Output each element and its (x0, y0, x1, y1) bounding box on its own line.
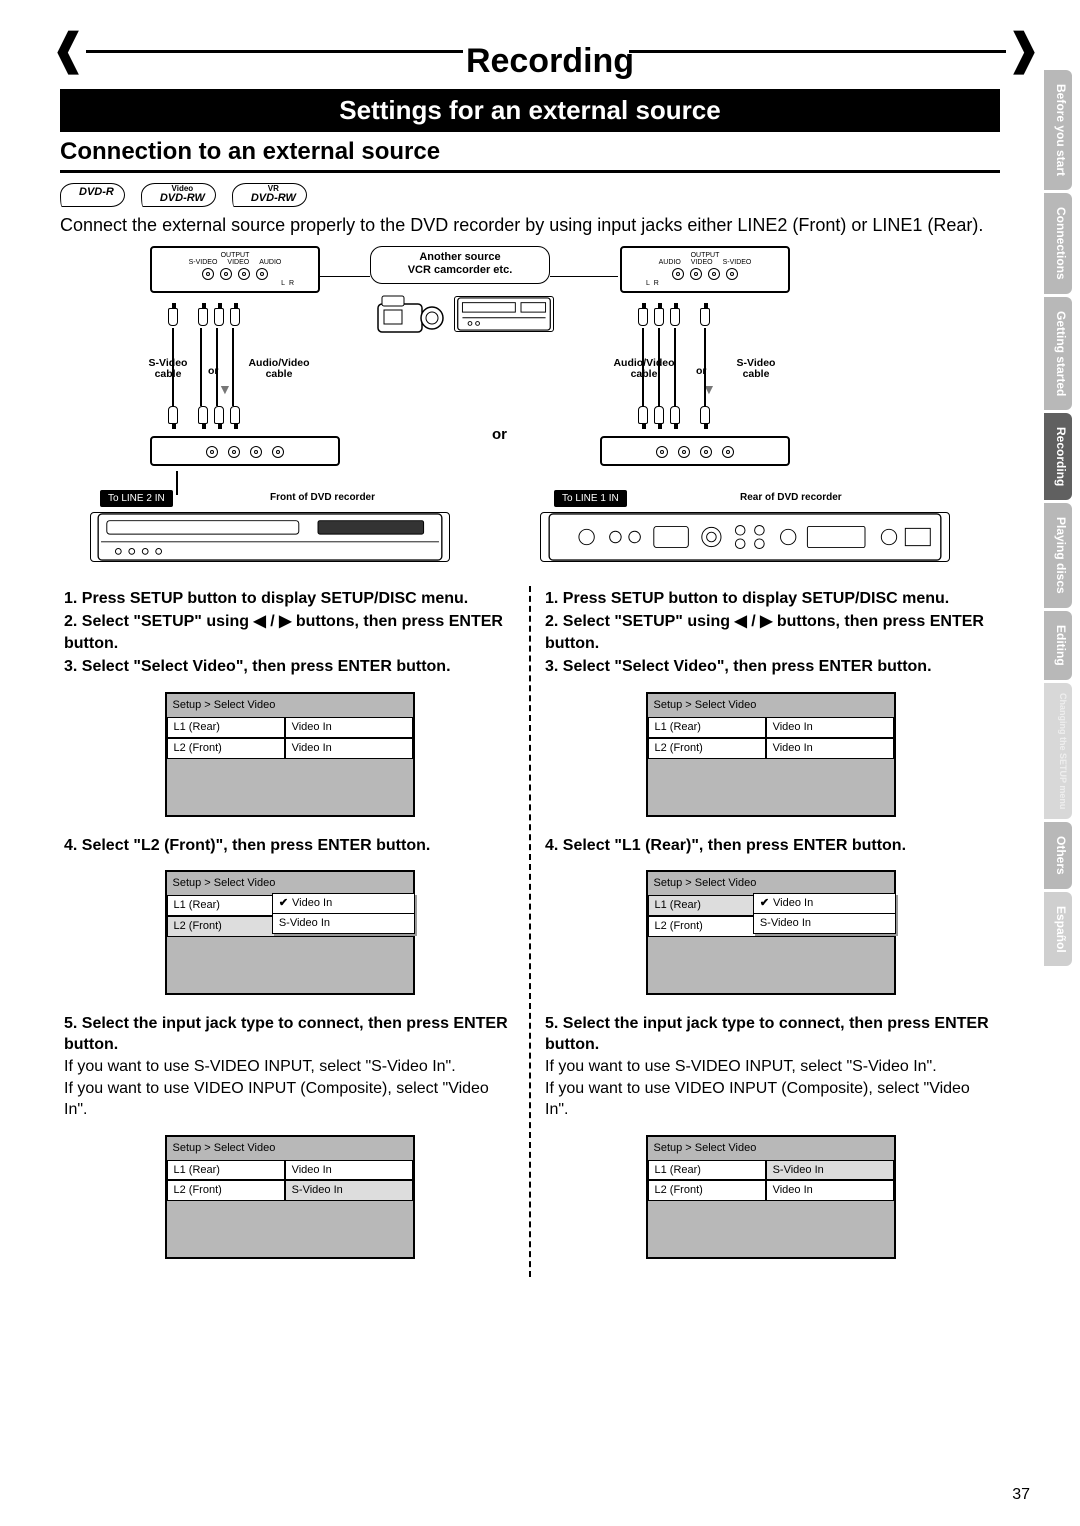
arrow-down-icon: ▼ (218, 381, 232, 397)
tab-connections[interactable]: Connections (1044, 193, 1072, 294)
av-cable-label-right: Audio/Video cable (605, 358, 683, 381)
border-line-right (629, 50, 1006, 53)
tab-changing-setup[interactable]: Changing the SETUP menu (1044, 683, 1072, 819)
checkmark-icon: ✔ (279, 896, 288, 911)
plugs-left-top (168, 308, 240, 326)
right-step-5: 5. Select the input jack type to connect… (545, 1013, 996, 1056)
vcr-icon (454, 296, 554, 332)
to-line1-pill: To LINE 1 IN (554, 490, 627, 507)
menu-figure-left-1: Setup > Select Video L1 (Rear)Video In L… (165, 692, 415, 817)
tab-before-you-start[interactable]: Before you start (1044, 70, 1072, 190)
intro-text: Connect the external source properly to … (60, 213, 1000, 237)
menu-figure-right-1: Setup > Select Video L1 (Rear)Video In L… (646, 692, 896, 817)
menu-figure-right-2: Setup > Select Video L1 (Rear) ✔Video In… (646, 870, 896, 995)
tab-espanol[interactable]: Español (1044, 892, 1072, 967)
page-number: 37 (1012, 1486, 1030, 1504)
to-line2-pill: To LINE 2 IN (100, 490, 173, 507)
left-step-5-body1: If you want to use S-VIDEO INPUT, select… (64, 1056, 515, 1078)
menu-figure-left-3: Setup > Select Video L1 (Rear)Video In L… (165, 1135, 415, 1260)
column-divider (529, 586, 531, 1278)
connection-diagram: OUTPUT S-VIDEOVIDEOAUDIO L R OUTPUT AUDI… (60, 246, 1000, 576)
arrow-left-icon: ❰ (50, 28, 87, 72)
tab-getting-started[interactable]: Getting started (1044, 297, 1072, 410)
right-step-5-body1: If you want to use S-VIDEO INPUT, select… (545, 1056, 996, 1078)
section-bar: Settings for an external source (60, 89, 1000, 132)
right-step-1: 1. Press SETUP button to display SETUP/D… (545, 588, 996, 610)
disc-type-badges: DVD-R Video DVD-RW VR DVD-RW (60, 183, 1040, 207)
checkmark-icon: ✔ (760, 896, 769, 911)
plugs-right-bottom (638, 406, 710, 424)
source-device-right: OUTPUT AUDIOVIDEOS-VIDEO L R (620, 246, 790, 293)
border-line-left (86, 50, 463, 53)
line1-jack-panel (600, 436, 790, 466)
left-step-3: 3. Select "Select Video", then press ENT… (64, 656, 515, 678)
column-left: 1. Press SETUP button to display SETUP/D… (60, 586, 519, 1278)
plugs-left-bottom (168, 406, 240, 424)
av-cable-label-left: Audio/Video cable (240, 358, 318, 381)
right-step-3: 3. Select "Select Video", then press ENT… (545, 656, 996, 678)
svideo-cable-label-left: S-Video cable (140, 358, 196, 381)
arrow-right-icon: ❱ (1005, 28, 1042, 72)
menu-figure-left-2: Setup > Select Video L1 (Rear) ✔Video In… (165, 870, 415, 995)
left-step-5: 5. Select the input jack type to connect… (64, 1013, 515, 1056)
tab-editing[interactable]: Editing (1044, 611, 1072, 680)
right-step-5-body2: If you want to use VIDEO INPUT (Composit… (545, 1078, 996, 1121)
plugs-right-top (638, 308, 710, 326)
line2-jack-panel (150, 436, 340, 466)
sidebar-tabs: Before you start Connections Getting sta… (1044, 70, 1072, 966)
tab-others[interactable]: Others (1044, 822, 1072, 889)
camcorder-icon (376, 290, 446, 336)
tab-recording[interactable]: Recording (1044, 413, 1072, 500)
left-step-2: 2. Select "SETUP" using ◀ / ▶ buttons, t… (64, 611, 515, 654)
badge-dvd-r: DVD-R (60, 183, 125, 207)
instruction-columns: 1. Press SETUP button to display SETUP/D… (60, 586, 1000, 1278)
left-step-4: 4. Select "L2 (Front)", then press ENTER… (64, 835, 515, 857)
recorder-front-icon (90, 512, 450, 562)
source-device-left: OUTPUT S-VIDEOVIDEOAUDIO L R (150, 246, 320, 293)
badge-dvd-rw-video: Video DVD-RW (141, 183, 216, 207)
subsection-title: Connection to an external source (60, 138, 1000, 173)
left-step-1: 1. Press SETUP button to display SETUP/D… (64, 588, 515, 610)
recorder-rear-icon (540, 512, 950, 562)
badge-dvd-rw-vr: VR DVD-RW (232, 183, 307, 207)
column-right: 1. Press SETUP button to display SETUP/D… (541, 586, 1000, 1278)
another-source-label: Another source VCR camcorder etc. (370, 246, 550, 284)
left-step-5-body2: If you want to use VIDEO INPUT (Composit… (64, 1078, 515, 1121)
right-step-4: 4. Select "L1 (Rear)", then press ENTER … (545, 835, 996, 857)
page-header-border: ❰ ❱ (50, 36, 1042, 64)
rear-recorder-label: Rear of DVD recorder (740, 492, 842, 503)
tab-playing-discs[interactable]: Playing discs (1044, 503, 1072, 608)
menu-figure-right-3: Setup > Select Video L1 (Rear)S-Video In… (646, 1135, 896, 1260)
or-center: or (492, 426, 507, 443)
right-step-2: 2. Select "SETUP" using ◀ / ▶ buttons, t… (545, 611, 996, 654)
front-recorder-label: Front of DVD recorder (270, 492, 375, 503)
svideo-cable-label-right: S-Video cable (728, 358, 784, 381)
